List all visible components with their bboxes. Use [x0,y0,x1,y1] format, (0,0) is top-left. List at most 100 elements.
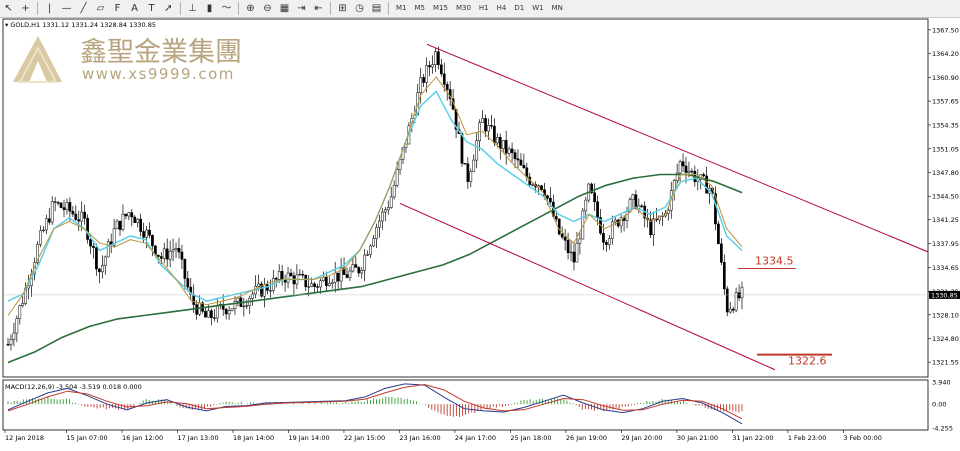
candle-body [431,64,434,68]
time-tick-label: 23 Jan 16:00 [399,434,440,442]
price-tick-label: 1360.90 [932,74,959,82]
channel-icon[interactable]: ▱ [93,2,108,15]
price-tick-label: 1351.05 [932,145,959,153]
chart-svg[interactable]: 鑫聖金業集團www.xs9999.com ▾ GOLD,H1 1331.12 13… [0,17,960,447]
candle-body [56,202,60,204]
candle-body [466,163,470,182]
candle-body [678,161,682,174]
timeframe-w1[interactable]: W1 [528,2,547,15]
candle-body [186,278,190,288]
candle-body [307,286,311,288]
candle-body [422,77,425,83]
time-tick-label: 17 Jan 13:00 [177,434,218,442]
candle-body [490,125,493,127]
candle-body [531,184,535,186]
candle-body [9,339,13,345]
tile-icon[interactable]: ▦ [277,2,292,15]
candle-body [289,272,293,277]
watermark-company: 鑫聖金業集團 [80,37,242,68]
candle-body [540,185,543,190]
candle-body [215,304,219,319]
candle-body [519,159,523,166]
price-tick-label: 1367.50 [932,26,959,34]
watermark-url: www.xs9999.com [82,65,235,83]
candle-body [106,241,110,258]
candle-body [363,254,367,271]
candle-body [722,262,726,290]
candle-body [366,254,369,256]
timeframe-h4[interactable]: H4 [493,2,511,15]
candle-body [513,152,517,160]
chart-area[interactable]: 鑫聖金業集團 www.xs9999.com ▾ GOLD,H1 1331.12 13… [0,17,960,447]
candle-body [345,274,349,278]
level-label-1334-5: 1334.5 [755,255,794,268]
timeframe-m30[interactable]: M30 [452,2,475,15]
candle-body [360,270,364,274]
candle-body [136,218,140,223]
candle-body [507,148,511,154]
timeframe-m1[interactable]: M1 [392,2,411,15]
candle-body [316,286,319,288]
fibo-icon[interactable]: F [110,2,125,15]
toolbar-icons: ↖ + | — ╱ ▱ F A T ➚ ⊥ ▮ 〜 ⊕ ⊖ ▦ ⇥ ⇤ ⊞ ◷ ▤ [0,2,385,15]
text-icon[interactable]: A [127,2,142,15]
candle-body [251,293,255,299]
timeframe-h1[interactable]: H1 [475,2,493,15]
candle-body [554,216,558,220]
candle-body [463,163,467,165]
timeframe-m5[interactable]: M5 [411,2,430,15]
candle-body [504,140,508,154]
candle-body [65,202,69,210]
candle-body [734,292,738,311]
price-tick-label: 1321.55 [932,359,959,367]
time-tick-label: 15 Jan 07:00 [66,434,107,442]
candle-body [351,264,355,272]
candle-body [687,170,691,173]
price-tick-label: 1347.80 [932,169,959,177]
arrow-icon[interactable]: ➚ [161,2,176,15]
candle-body [236,297,240,302]
timeframe-m15[interactable]: M15 [429,2,452,15]
zoom-out-icon[interactable]: ⊖ [260,2,275,15]
current-price-label: 1330.85 [931,291,958,299]
candle-body [183,259,187,279]
candle-body [42,229,45,232]
candle-body [516,158,520,161]
periods-icon[interactable]: ◷ [352,2,367,15]
candle-body [159,256,163,259]
line-chart-icon[interactable]: 〜 [219,2,234,15]
candle-body [274,277,278,280]
price-tick-label: 1334.65 [932,264,959,272]
trendline-icon[interactable]: ╱ [76,2,91,15]
indicators-icon[interactable]: ⊞ [335,2,350,15]
horizontal-line-icon[interactable]: — [59,2,74,15]
time-tick-label: 3 Feb 00:00 [843,434,882,442]
timeframe-d1[interactable]: D1 [510,2,528,15]
candle-body [115,220,119,230]
candle-body [280,271,284,280]
candle-body [59,202,63,208]
candle-chart-icon[interactable]: ▮ [202,2,217,15]
candle-body [145,229,148,238]
cursor-icon[interactable]: ↖ [1,2,16,15]
price-tick-label: 1354.35 [932,121,959,129]
candle-body [12,332,16,340]
candle-body [381,211,384,222]
timeframe-mn[interactable]: MN [548,2,567,15]
candle-body [156,254,160,257]
candle-body [378,220,381,228]
candle-body [702,174,706,177]
scroll-icon[interactable]: ⇥ [294,2,309,15]
candle-body [625,211,629,221]
label-icon[interactable]: T [144,2,159,15]
candle-body [68,202,72,212]
crosshair-icon[interactable]: + [18,2,33,15]
zoom-in-icon[interactable]: ⊕ [243,2,258,15]
candle-body [607,238,611,245]
candle-body [487,125,490,132]
templates-icon[interactable]: ▤ [369,2,384,15]
candle-body [375,227,378,239]
bar-chart-icon[interactable]: ⊥ [185,2,200,15]
vertical-line-icon[interactable]: | [42,2,57,15]
shift-icon[interactable]: ⇤ [311,2,326,15]
